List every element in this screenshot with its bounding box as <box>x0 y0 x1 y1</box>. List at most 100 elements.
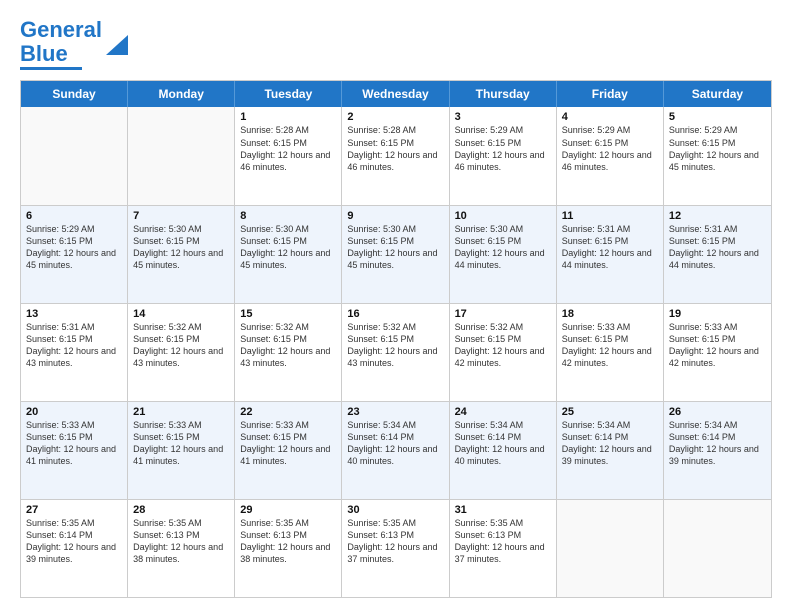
calendar-cell-4: 4Sunrise: 5:29 AM Sunset: 6:15 PM Daylig… <box>557 107 664 204</box>
day-info: Sunrise: 5:29 AM Sunset: 6:15 PM Dayligh… <box>669 124 766 173</box>
day-number: 8 <box>240 210 336 222</box>
calendar-cell-13: 13Sunrise: 5:31 AM Sunset: 6:15 PM Dayli… <box>21 304 128 401</box>
calendar-cell-28: 28Sunrise: 5:35 AM Sunset: 6:13 PM Dayli… <box>128 500 235 597</box>
day-number: 18 <box>562 308 658 320</box>
day-info: Sunrise: 5:31 AM Sunset: 6:15 PM Dayligh… <box>26 321 122 370</box>
day-info: Sunrise: 5:34 AM Sunset: 6:14 PM Dayligh… <box>669 419 766 468</box>
calendar-cell-26: 26Sunrise: 5:34 AM Sunset: 6:14 PM Dayli… <box>664 402 771 499</box>
calendar-cell-10: 10Sunrise: 5:30 AM Sunset: 6:15 PM Dayli… <box>450 206 557 303</box>
calendar-cell-22: 22Sunrise: 5:33 AM Sunset: 6:15 PM Dayli… <box>235 402 342 499</box>
day-info: Sunrise: 5:32 AM Sunset: 6:15 PM Dayligh… <box>240 321 336 370</box>
day-info: Sunrise: 5:29 AM Sunset: 6:15 PM Dayligh… <box>562 124 658 173</box>
day-info: Sunrise: 5:31 AM Sunset: 6:15 PM Dayligh… <box>669 223 766 272</box>
day-number: 4 <box>562 111 658 123</box>
day-number: 19 <box>669 308 766 320</box>
day-info: Sunrise: 5:35 AM Sunset: 6:13 PM Dayligh… <box>455 517 551 566</box>
logo-underline <box>20 67 82 70</box>
col-header-friday: Friday <box>557 81 664 107</box>
day-info: Sunrise: 5:29 AM Sunset: 6:15 PM Dayligh… <box>455 124 551 173</box>
day-info: Sunrise: 5:35 AM Sunset: 6:14 PM Dayligh… <box>26 517 122 566</box>
week-row-4: 20Sunrise: 5:33 AM Sunset: 6:15 PM Dayli… <box>21 402 771 500</box>
day-number: 3 <box>455 111 551 123</box>
calendar-cell-27: 27Sunrise: 5:35 AM Sunset: 6:14 PM Dayli… <box>21 500 128 597</box>
calendar-cell-21: 21Sunrise: 5:33 AM Sunset: 6:15 PM Dayli… <box>128 402 235 499</box>
day-number: 31 <box>455 504 551 516</box>
calendar-cell-6: 6Sunrise: 5:29 AM Sunset: 6:15 PM Daylig… <box>21 206 128 303</box>
calendar-cell-9: 9Sunrise: 5:30 AM Sunset: 6:15 PM Daylig… <box>342 206 449 303</box>
col-header-monday: Monday <box>128 81 235 107</box>
calendar-cell-2: 2Sunrise: 5:28 AM Sunset: 6:15 PM Daylig… <box>342 107 449 204</box>
day-info: Sunrise: 5:33 AM Sunset: 6:15 PM Dayligh… <box>669 321 766 370</box>
calendar-cell-19: 19Sunrise: 5:33 AM Sunset: 6:15 PM Dayli… <box>664 304 771 401</box>
calendar-cell-empty-w0c1 <box>128 107 235 204</box>
calendar-cell-16: 16Sunrise: 5:32 AM Sunset: 6:15 PM Dayli… <box>342 304 449 401</box>
day-info: Sunrise: 5:34 AM Sunset: 6:14 PM Dayligh… <box>455 419 551 468</box>
page-header: General Blue <box>20 18 772 70</box>
day-info: Sunrise: 5:29 AM Sunset: 6:15 PM Dayligh… <box>26 223 122 272</box>
day-number: 30 <box>347 504 443 516</box>
day-info: Sunrise: 5:35 AM Sunset: 6:13 PM Dayligh… <box>240 517 336 566</box>
calendar-cell-empty-w4c5 <box>557 500 664 597</box>
day-number: 12 <box>669 210 766 222</box>
col-header-sunday: Sunday <box>21 81 128 107</box>
day-info: Sunrise: 5:33 AM Sunset: 6:15 PM Dayligh… <box>562 321 658 370</box>
day-info: Sunrise: 5:31 AM Sunset: 6:15 PM Dayligh… <box>562 223 658 272</box>
calendar-cell-empty-w4c6 <box>664 500 771 597</box>
week-row-3: 13Sunrise: 5:31 AM Sunset: 6:15 PM Dayli… <box>21 304 771 402</box>
day-info: Sunrise: 5:33 AM Sunset: 6:15 PM Dayligh… <box>26 419 122 468</box>
day-info: Sunrise: 5:32 AM Sunset: 6:15 PM Dayligh… <box>347 321 443 370</box>
calendar-cell-20: 20Sunrise: 5:33 AM Sunset: 6:15 PM Dayli… <box>21 402 128 499</box>
day-number: 29 <box>240 504 336 516</box>
calendar-header: SundayMondayTuesdayWednesdayThursdayFrid… <box>21 81 771 107</box>
day-info: Sunrise: 5:33 AM Sunset: 6:15 PM Dayligh… <box>133 419 229 468</box>
calendar-cell-3: 3Sunrise: 5:29 AM Sunset: 6:15 PM Daylig… <box>450 107 557 204</box>
calendar-cell-25: 25Sunrise: 5:34 AM Sunset: 6:14 PM Dayli… <box>557 402 664 499</box>
calendar-cell-23: 23Sunrise: 5:34 AM Sunset: 6:14 PM Dayli… <box>342 402 449 499</box>
day-number: 15 <box>240 308 336 320</box>
day-number: 6 <box>26 210 122 222</box>
calendar-cell-8: 8Sunrise: 5:30 AM Sunset: 6:15 PM Daylig… <box>235 206 342 303</box>
calendar-cell-5: 5Sunrise: 5:29 AM Sunset: 6:15 PM Daylig… <box>664 107 771 204</box>
day-number: 24 <box>455 406 551 418</box>
calendar-cell-18: 18Sunrise: 5:33 AM Sunset: 6:15 PM Dayli… <box>557 304 664 401</box>
day-info: Sunrise: 5:28 AM Sunset: 6:15 PM Dayligh… <box>240 124 336 173</box>
col-header-saturday: Saturday <box>664 81 771 107</box>
calendar-cell-7: 7Sunrise: 5:30 AM Sunset: 6:15 PM Daylig… <box>128 206 235 303</box>
day-number: 2 <box>347 111 443 123</box>
day-number: 20 <box>26 406 122 418</box>
logo-text: General Blue <box>20 18 102 66</box>
calendar-cell-15: 15Sunrise: 5:32 AM Sunset: 6:15 PM Dayli… <box>235 304 342 401</box>
day-number: 9 <box>347 210 443 222</box>
logo: General Blue <box>20 18 128 70</box>
day-number: 14 <box>133 308 229 320</box>
day-number: 7 <box>133 210 229 222</box>
day-info: Sunrise: 5:28 AM Sunset: 6:15 PM Dayligh… <box>347 124 443 173</box>
day-number: 16 <box>347 308 443 320</box>
week-row-1: 1Sunrise: 5:28 AM Sunset: 6:15 PM Daylig… <box>21 107 771 205</box>
calendar-cell-14: 14Sunrise: 5:32 AM Sunset: 6:15 PM Dayli… <box>128 304 235 401</box>
calendar: SundayMondayTuesdayWednesdayThursdayFrid… <box>20 80 772 598</box>
day-info: Sunrise: 5:30 AM Sunset: 6:15 PM Dayligh… <box>133 223 229 272</box>
calendar-cell-1: 1Sunrise: 5:28 AM Sunset: 6:15 PM Daylig… <box>235 107 342 204</box>
day-info: Sunrise: 5:30 AM Sunset: 6:15 PM Dayligh… <box>240 223 336 272</box>
day-number: 13 <box>26 308 122 320</box>
day-number: 5 <box>669 111 766 123</box>
logo-general: General <box>20 17 102 42</box>
calendar-cell-17: 17Sunrise: 5:32 AM Sunset: 6:15 PM Dayli… <box>450 304 557 401</box>
day-number: 27 <box>26 504 122 516</box>
day-number: 22 <box>240 406 336 418</box>
calendar-cell-12: 12Sunrise: 5:31 AM Sunset: 6:15 PM Dayli… <box>664 206 771 303</box>
day-info: Sunrise: 5:30 AM Sunset: 6:15 PM Dayligh… <box>347 223 443 272</box>
day-info: Sunrise: 5:34 AM Sunset: 6:14 PM Dayligh… <box>347 419 443 468</box>
calendar-body: 1Sunrise: 5:28 AM Sunset: 6:15 PM Daylig… <box>21 107 771 597</box>
logo-blue: Blue <box>20 41 68 66</box>
calendar-cell-empty-w0c0 <box>21 107 128 204</box>
day-number: 23 <box>347 406 443 418</box>
week-row-2: 6Sunrise: 5:29 AM Sunset: 6:15 PM Daylig… <box>21 206 771 304</box>
day-number: 28 <box>133 504 229 516</box>
day-info: Sunrise: 5:33 AM Sunset: 6:15 PM Dayligh… <box>240 419 336 468</box>
day-info: Sunrise: 5:32 AM Sunset: 6:15 PM Dayligh… <box>133 321 229 370</box>
col-header-wednesday: Wednesday <box>342 81 449 107</box>
day-number: 1 <box>240 111 336 123</box>
day-number: 26 <box>669 406 766 418</box>
